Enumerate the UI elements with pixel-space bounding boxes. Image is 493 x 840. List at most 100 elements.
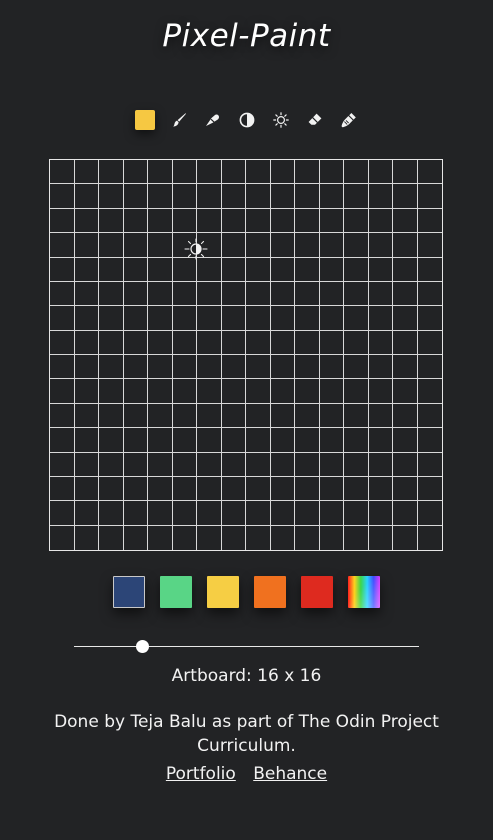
grid-cell[interactable] <box>172 306 197 331</box>
grid-cell[interactable] <box>221 208 246 234</box>
grid-cell[interactable] <box>197 379 222 404</box>
grid-cell[interactable] <box>99 476 124 502</box>
grid-cell[interactable] <box>50 330 75 355</box>
grid-cell[interactable] <box>319 257 344 282</box>
grid-cell[interactable] <box>319 306 344 331</box>
grid-cell[interactable] <box>74 355 99 380</box>
grid-cell[interactable] <box>393 306 418 331</box>
grid-cell[interactable] <box>295 525 320 550</box>
grid-cell[interactable] <box>172 403 197 429</box>
grid-cell[interactable] <box>123 281 148 307</box>
grid-cell[interactable] <box>270 428 295 453</box>
grid-cell[interactable] <box>344 257 369 282</box>
grid-cell[interactable] <box>50 525 75 550</box>
grid-cell[interactable] <box>246 233 271 258</box>
grid-cell[interactable] <box>344 501 369 526</box>
grid-cell[interactable] <box>344 281 369 307</box>
grid-cell[interactable] <box>393 233 418 258</box>
grid-cell[interactable] <box>319 160 344 185</box>
grid-cell[interactable] <box>246 208 271 234</box>
grid-cell[interactable] <box>148 403 173 429</box>
grid-cell[interactable] <box>393 428 418 453</box>
grid-cell[interactable] <box>197 306 222 331</box>
grid-cell[interactable] <box>368 355 393 380</box>
grid-cell[interactable] <box>393 281 418 307</box>
grid-cell[interactable] <box>197 428 222 453</box>
grid-cell[interactable] <box>221 403 246 429</box>
grid-cell[interactable] <box>246 525 271 550</box>
grid-cell[interactable] <box>172 257 197 282</box>
grid-cell[interactable] <box>270 330 295 355</box>
grid-cell[interactable] <box>295 160 320 185</box>
grid-cell[interactable] <box>123 476 148 502</box>
grid-cell[interactable] <box>148 306 173 331</box>
grid-cell[interactable] <box>319 355 344 380</box>
grid-cell[interactable] <box>50 476 75 502</box>
grid-cell[interactable] <box>172 379 197 404</box>
grid-cell[interactable] <box>123 452 148 477</box>
grid-cell[interactable] <box>295 501 320 526</box>
grid-cell[interactable] <box>50 208 75 234</box>
grid-cell[interactable] <box>295 403 320 429</box>
grid-cell[interactable] <box>148 501 173 526</box>
grid-cell[interactable] <box>295 355 320 380</box>
grid-cell[interactable] <box>148 379 173 404</box>
grid-cell[interactable] <box>124 525 148 550</box>
swatch-yellow[interactable] <box>207 576 239 608</box>
grid-cell[interactable] <box>99 306 124 331</box>
grid-cell[interactable] <box>99 208 124 234</box>
grid-cell[interactable] <box>393 452 418 477</box>
grid-cell[interactable] <box>172 160 197 185</box>
grid-cell[interactable] <box>99 379 124 404</box>
grid-cell[interactable] <box>270 281 295 307</box>
grid-cell[interactable] <box>295 428 320 453</box>
grid-cell[interactable] <box>148 476 173 502</box>
grid-cell[interactable] <box>148 525 173 550</box>
grid-cell[interactable] <box>148 160 173 185</box>
grid-cell[interactable] <box>270 355 295 380</box>
grid-cell[interactable] <box>368 379 393 404</box>
grid-cell[interactable] <box>50 281 75 307</box>
grid-cell[interactable] <box>246 184 271 209</box>
grid-cell[interactable] <box>417 355 442 380</box>
grid-cell[interactable] <box>417 258 442 282</box>
grid-cell[interactable] <box>344 233 369 258</box>
grid-cell[interactable] <box>221 355 246 380</box>
grid-cell[interactable] <box>246 379 271 404</box>
grid-cell[interactable] <box>393 355 418 380</box>
grid-cell[interactable] <box>99 160 124 185</box>
grid-cell[interactable] <box>270 403 295 429</box>
grid-cell[interactable] <box>246 330 271 355</box>
grid-cell[interactable] <box>295 184 320 209</box>
grid-cell[interactable] <box>74 184 99 209</box>
shade-button[interactable] <box>237 110 257 130</box>
grid-cell[interactable] <box>123 208 148 234</box>
grid-cell[interactable] <box>221 257 246 282</box>
grid-cell[interactable] <box>123 330 148 355</box>
grid-cell[interactable] <box>148 428 173 453</box>
grid-cell[interactable] <box>74 233 99 258</box>
grid-cell[interactable] <box>417 453 442 477</box>
grid-cell[interactable] <box>393 330 418 355</box>
grid-cell[interactable] <box>417 160 442 185</box>
grid-cell[interactable] <box>295 257 320 282</box>
grid-cell[interactable] <box>123 160 148 185</box>
grid-cell[interactable] <box>172 208 197 234</box>
grid-cell[interactable] <box>148 355 173 380</box>
grid-cell[interactable] <box>148 281 173 307</box>
grid-cell[interactable] <box>99 428 124 453</box>
grid-cell[interactable] <box>74 281 99 307</box>
grid-cell[interactable] <box>393 257 418 282</box>
grid-cell[interactable] <box>368 208 393 234</box>
grid-cell[interactable] <box>221 281 246 307</box>
grid-cell[interactable] <box>221 306 246 331</box>
grid-cell[interactable] <box>75 525 99 550</box>
grid-cell[interactable] <box>197 257 222 282</box>
grid-cell[interactable] <box>50 403 75 429</box>
grid-cell[interactable] <box>123 501 148 526</box>
grid-cell[interactable] <box>344 160 369 185</box>
grid-cell[interactable] <box>344 379 369 404</box>
swatch-orange[interactable] <box>254 576 286 608</box>
grid-cell[interactable] <box>417 404 442 429</box>
grid-cell[interactable] <box>74 330 99 355</box>
